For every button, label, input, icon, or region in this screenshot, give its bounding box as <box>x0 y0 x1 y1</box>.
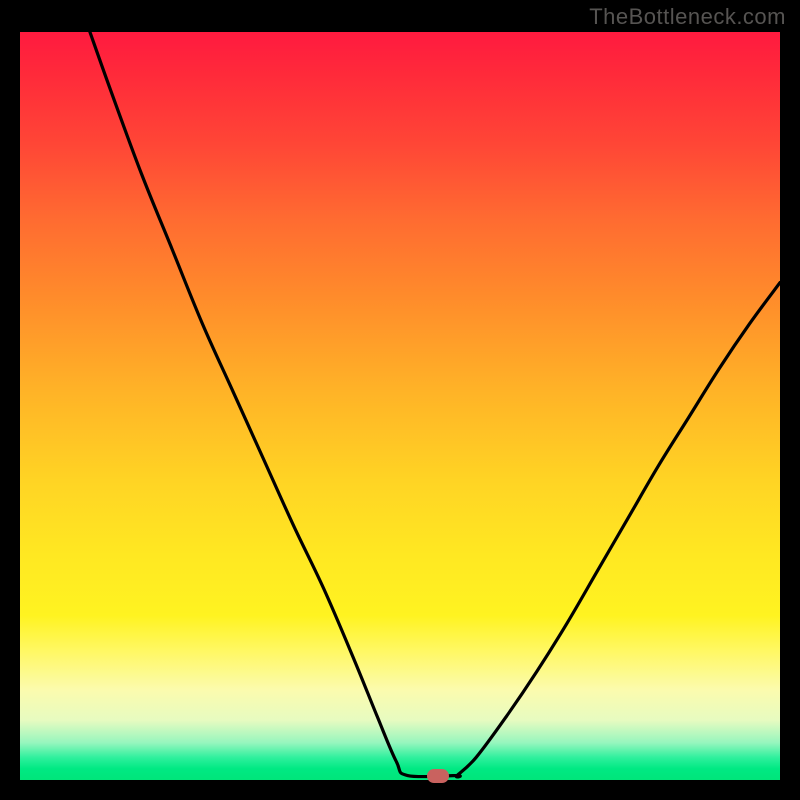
curve-path <box>90 32 780 777</box>
plot-area <box>20 32 780 780</box>
bottleneck-curve <box>20 32 780 780</box>
chart-container: TheBottleneck.com <box>0 0 800 800</box>
minimum-marker <box>427 769 449 783</box>
watermark-text: TheBottleneck.com <box>589 4 786 30</box>
